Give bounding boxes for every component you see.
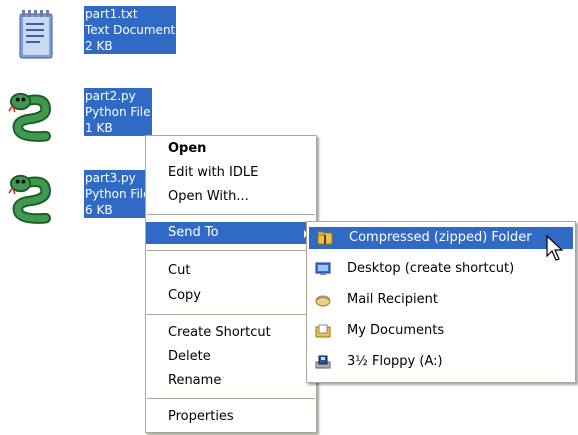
menu-item-create-shortcut[interactable]: Create Shortcut (146, 322, 316, 344)
mail-icon (315, 295, 331, 307)
mouse-cursor-icon (546, 235, 564, 261)
file-name: part2.py (85, 89, 136, 103)
menu-item-edit-with-idle[interactable]: Edit with IDLE (146, 162, 316, 184)
file-size: 1 KB (85, 121, 113, 135)
menu-item-label: Rename (168, 373, 222, 388)
send-to-my-documents[interactable]: My Documents (307, 320, 575, 342)
file-label[interactable]: part3.py Python File 6 KB (84, 170, 152, 218)
menu-item-send-to[interactable]: Send To (146, 222, 316, 244)
context-menu: Open Edit with IDLE Open With... Send To… (145, 135, 317, 433)
file-name: part1.txt (85, 7, 138, 21)
file-type: Text Document (85, 23, 176, 37)
menu-item-delete[interactable]: Delete (146, 346, 316, 368)
send-to-floppy[interactable]: 3½ Floppy (A:) (307, 351, 575, 373)
menu-item-label: Open (168, 141, 207, 156)
menu-item-label: 3½ Floppy (A:) (347, 354, 443, 369)
my-documents-icon (315, 324, 331, 338)
menu-item-label: Desktop (create shortcut) (347, 261, 515, 276)
menu-item-label: Compressed (zipped) Folder (349, 230, 532, 245)
notepad-icon (19, 10, 53, 59)
menu-item-label: Cut (168, 263, 191, 278)
zip-folder-icon (317, 231, 333, 245)
file-size: 6 KB (85, 203, 113, 217)
send-to-submenu: Compressed (zipped) Folder Desktop (crea… (306, 221, 576, 383)
desktop-icon (315, 262, 331, 275)
file-size: 2 KB (85, 39, 113, 53)
menu-item-label: Open With... (168, 189, 249, 204)
menu-separator (147, 214, 315, 215)
file-type: Python File (85, 187, 151, 201)
menu-item-label: Send To (168, 225, 219, 240)
send-to-desktop[interactable]: Desktop (create shortcut) (307, 258, 575, 280)
python-snake-icon (8, 92, 51, 142)
file-name: part3.py (85, 171, 136, 185)
menu-separator (147, 250, 315, 251)
send-to-compressed-folder[interactable]: Compressed (zipped) Folder (309, 227, 573, 249)
send-to-mail-recipient[interactable]: Mail Recipient (307, 289, 575, 311)
file-label[interactable]: part1.txt Text Document 2 KB (84, 6, 177, 54)
menu-item-label: Edit with IDLE (168, 165, 259, 180)
menu-separator (147, 398, 315, 399)
menu-item-rename[interactable]: Rename (146, 370, 316, 392)
file-label[interactable]: part2.py Python File 1 KB (84, 88, 152, 136)
menu-item-cut[interactable]: Cut (146, 260, 316, 282)
menu-item-label: Delete (168, 349, 211, 364)
menu-item-label: Copy (168, 288, 201, 303)
floppy-drive-icon (315, 355, 331, 369)
menu-item-open-with[interactable]: Open With... (146, 186, 316, 208)
python-snake-icon (8, 174, 51, 224)
file-type: Python File (85, 105, 151, 119)
menu-item-copy[interactable]: Copy (146, 285, 316, 307)
menu-item-label: Properties (168, 409, 234, 424)
menu-item-label: My Documents (347, 323, 445, 338)
menu-item-label: Mail Recipient (347, 292, 438, 307)
menu-item-label: Create Shortcut (168, 325, 271, 340)
menu-item-properties[interactable]: Properties (146, 406, 316, 428)
menu-separator (147, 314, 315, 315)
menu-item-open[interactable]: Open (146, 138, 316, 160)
